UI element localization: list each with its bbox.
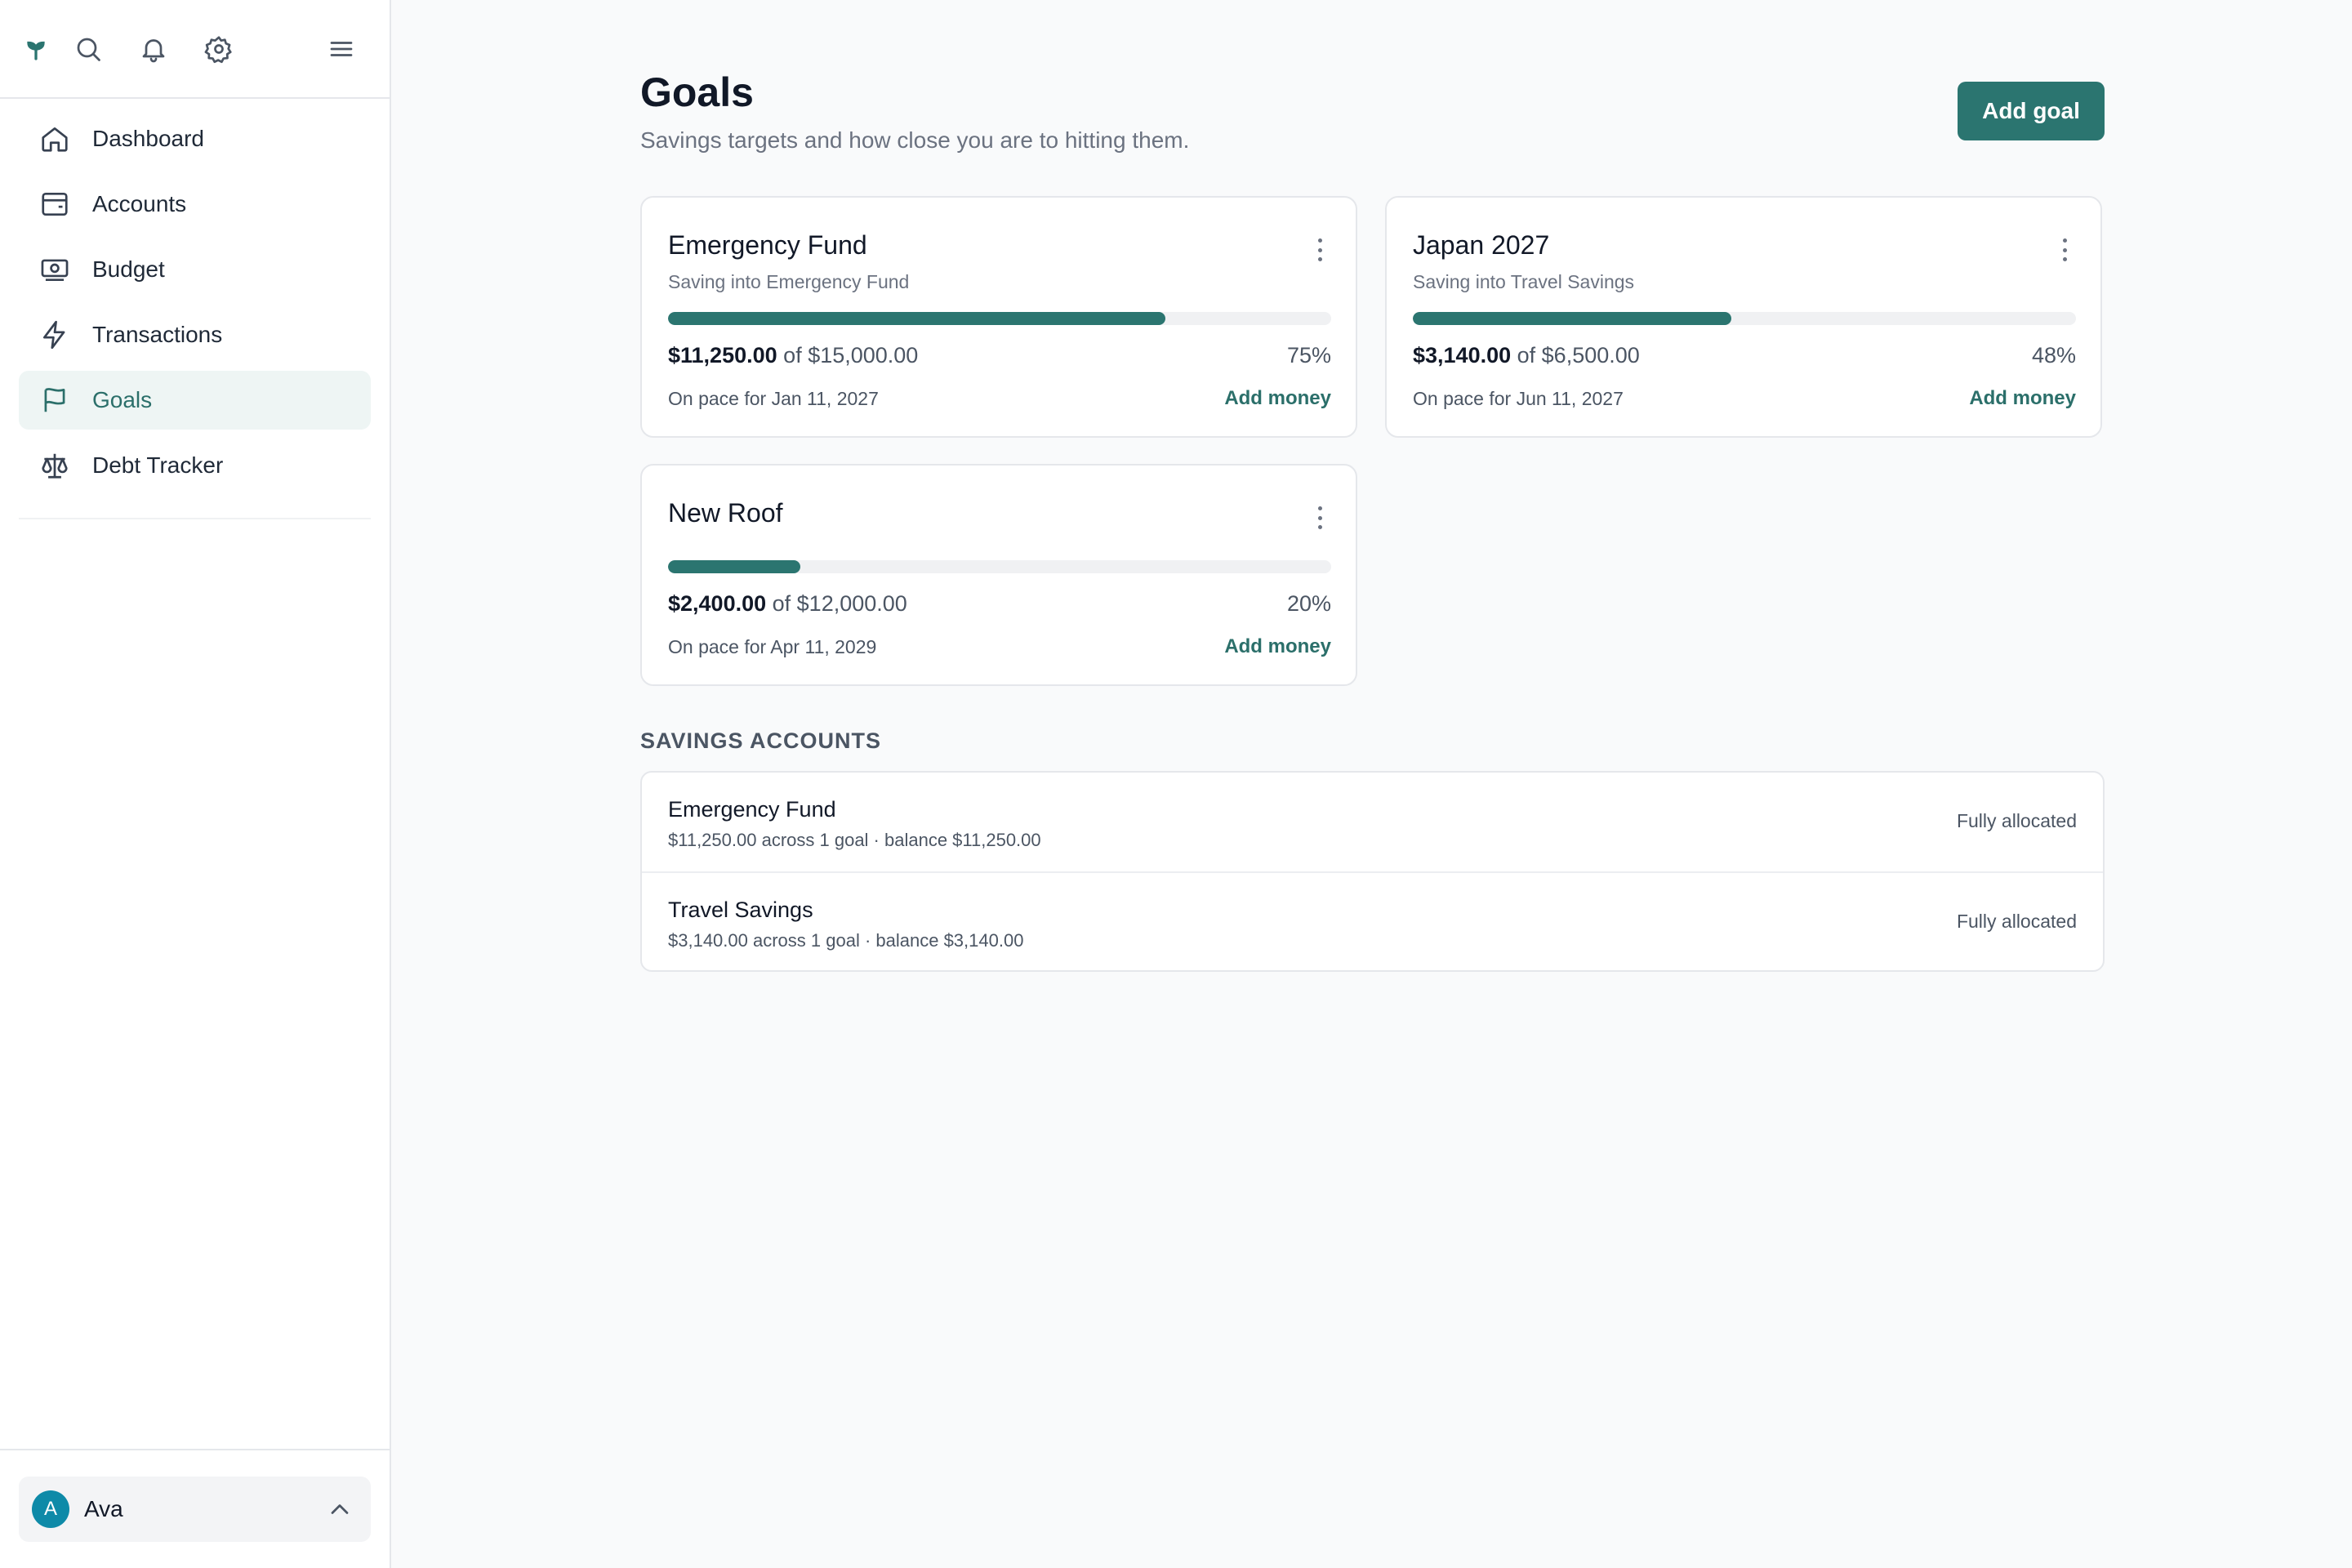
sidebar-item-transactions[interactable]: Transactions bbox=[19, 305, 371, 364]
sidebar-item-label: Accounts bbox=[92, 191, 187, 216]
account-status: Fully allocated bbox=[1956, 911, 2077, 932]
goal-name: New Roof bbox=[668, 498, 783, 528]
sprout-logo-icon[interactable] bbox=[20, 33, 52, 65]
list-item[interactable]: Travel Savings $3,140.00 across 1 goal ·… bbox=[642, 871, 2103, 970]
goal-footer: On pace for Jun 11, 2027 Add money bbox=[1413, 387, 2076, 410]
page-subtitle: Savings targets and how close you are to… bbox=[640, 127, 1190, 153]
avatar: A bbox=[32, 1490, 69, 1528]
list-item[interactable]: Emergency Fund $11,250.00 across 1 goal … bbox=[642, 773, 2103, 871]
goal-pace: On pace for Jun 11, 2027 bbox=[1413, 387, 1624, 409]
goal-name: Emergency Fund bbox=[668, 230, 867, 260]
account-name: Emergency Fund bbox=[668, 797, 836, 822]
goal-card: New Roof $2,400.00 of $12,000.00 20% On … bbox=[640, 464, 1357, 686]
account-detail: $11,250.00 across 1 goal · balance $11,2… bbox=[668, 830, 1041, 850]
account-status: Fully allocated bbox=[1956, 810, 2077, 831]
progress-bar bbox=[668, 560, 1331, 573]
goal-subtitle: Saving into Travel Savings bbox=[1413, 271, 1635, 292]
account-name: Travel Savings bbox=[668, 898, 813, 922]
sidebar-item-label: Goals bbox=[92, 387, 153, 412]
add-goal-button[interactable]: Add goal bbox=[1958, 82, 2105, 140]
sidebar-item-budget[interactable]: Budget bbox=[19, 240, 371, 299]
sidebar-toolbar bbox=[0, 0, 390, 99]
sidebar-item-dashboard[interactable]: Dashboard bbox=[19, 109, 371, 168]
sidebar-item-label: Dashboard bbox=[92, 126, 204, 151]
savings-accounts-list: Emergency Fund $11,250.00 across 1 goal … bbox=[640, 771, 2105, 972]
sidebar-item-label: Debt Tracker bbox=[92, 452, 224, 478]
goal-pace: On pace for Apr 11, 2029 bbox=[668, 635, 877, 657]
sidebar-item-accounts[interactable]: Accounts bbox=[19, 175, 371, 234]
banknote-icon bbox=[38, 253, 71, 286]
user-name: Ava bbox=[84, 1496, 123, 1521]
goal-subtitle: Saving into Emergency Fund bbox=[668, 271, 910, 292]
divider bbox=[19, 518, 371, 519]
sidebar-item-debt-tracker[interactable]: Debt Tracker bbox=[19, 436, 371, 495]
goal-percent: 75% bbox=[1286, 343, 1331, 368]
home-icon bbox=[38, 122, 71, 155]
goal-current-amount: $2,400.00 bbox=[668, 591, 767, 616]
page-title: Goals bbox=[640, 69, 754, 115]
goal-target-amount: of $12,000.00 bbox=[772, 591, 907, 616]
sidebar-item-label: Budget bbox=[92, 256, 165, 282]
progress-bar bbox=[1413, 312, 2076, 325]
more-options-icon[interactable] bbox=[1315, 501, 1325, 534]
sidebar-item-label: Transactions bbox=[92, 322, 223, 347]
sidebar-item-goals[interactable]: Goals bbox=[19, 371, 371, 430]
gear-icon[interactable] bbox=[203, 33, 235, 65]
bell-icon[interactable] bbox=[137, 33, 170, 65]
sidebar: Dashboard Accounts Budget Transactions G… bbox=[0, 0, 391, 1568]
goal-card: Emergency Fund Saving into Emergency Fun… bbox=[640, 196, 1357, 438]
sidebar-footer: A Ava bbox=[0, 1449, 391, 1568]
search-icon[interactable] bbox=[72, 33, 105, 65]
goal-footer: On pace for Apr 11, 2029 Add money bbox=[668, 635, 1331, 658]
goal-card: Japan 2027 Saving into Travel Savings $3… bbox=[1385, 196, 2102, 438]
add-money-link[interactable]: Add money bbox=[1969, 387, 2076, 410]
goal-target-amount: of $6,500.00 bbox=[1517, 343, 1640, 368]
goal-footer: On pace for Jan 11, 2027 Add money bbox=[668, 387, 1331, 410]
menu-icon[interactable] bbox=[325, 33, 358, 65]
goal-amount-row: $2,400.00 of $12,000.00 20% bbox=[668, 591, 1331, 617]
goal-current-amount: $3,140.00 bbox=[1413, 343, 1512, 368]
goal-amount-row: $3,140.00 of $6,500.00 48% bbox=[1413, 343, 2076, 368]
add-money-link[interactable]: Add money bbox=[1224, 635, 1331, 658]
account-detail: $3,140.00 across 1 goal · balance $3,140… bbox=[668, 930, 1024, 951]
progress-bar bbox=[668, 312, 1331, 325]
flag-icon bbox=[38, 384, 71, 416]
goal-percent: 48% bbox=[2031, 343, 2076, 368]
add-money-link[interactable]: Add money bbox=[1224, 387, 1331, 410]
wallet-icon bbox=[38, 188, 71, 220]
more-options-icon[interactable] bbox=[1315, 234, 1325, 266]
goal-target-amount: of $15,000.00 bbox=[783, 343, 919, 368]
savings-accounts-heading: SAVINGS ACCOUNTS bbox=[640, 728, 882, 753]
goal-pace: On pace for Jan 11, 2027 bbox=[668, 387, 879, 409]
goal-percent: 20% bbox=[1286, 591, 1331, 616]
lightning-icon bbox=[38, 318, 71, 351]
goal-amount-row: $11,250.00 of $15,000.00 75% bbox=[668, 343, 1331, 368]
goal-current-amount: $11,250.00 bbox=[668, 343, 777, 368]
user-menu[interactable]: A Ava bbox=[19, 1477, 371, 1542]
chevron-up-icon[interactable] bbox=[325, 1494, 354, 1524]
more-options-icon[interactable] bbox=[2060, 234, 2069, 266]
scale-icon bbox=[38, 449, 71, 482]
sidebar-nav: Dashboard Accounts Budget Transactions G… bbox=[19, 109, 371, 501]
goal-name: Japan 2027 bbox=[1413, 230, 1550, 260]
